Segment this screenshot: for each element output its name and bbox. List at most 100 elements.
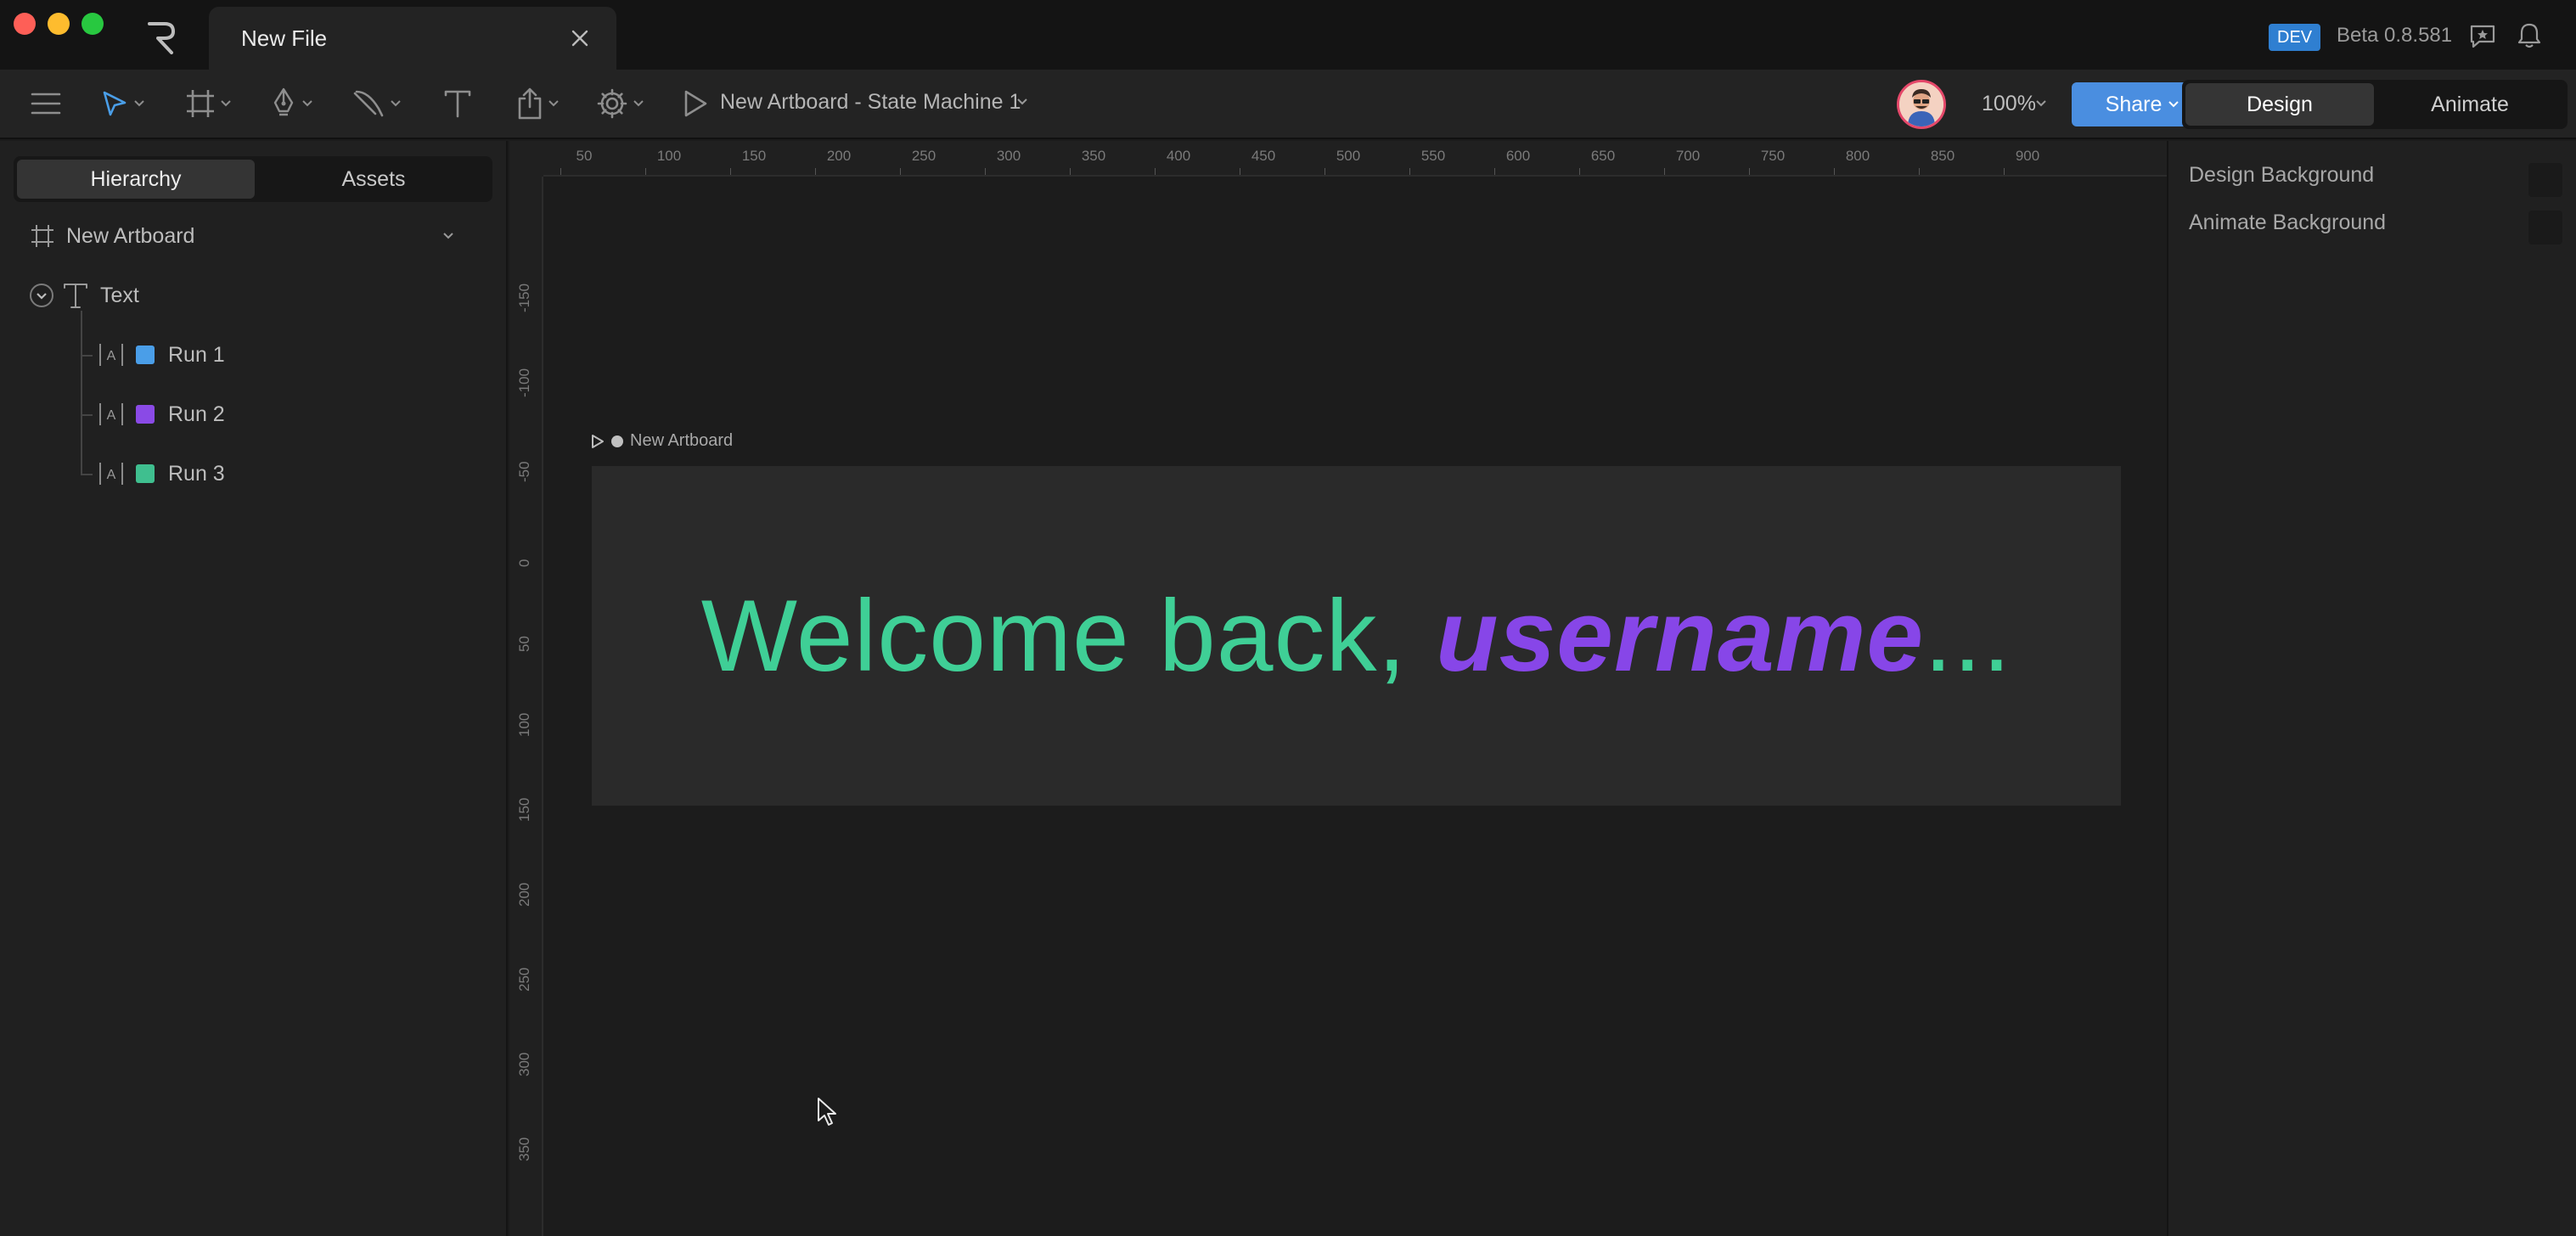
chevron-down-icon[interactable] bbox=[443, 233, 453, 239]
maximize-window-button[interactable] bbox=[82, 13, 104, 35]
artboard[interactable]: Welcome back, username... bbox=[592, 466, 2121, 806]
version-label: Beta 0.8.581 bbox=[2337, 24, 2453, 47]
tree-item-label: Run 1 bbox=[168, 342, 225, 367]
pen-tool-button[interactable] bbox=[270, 85, 312, 122]
ruler-x-tick bbox=[900, 168, 901, 175]
welcome-text[interactable]: Welcome back, username... bbox=[701, 577, 2011, 694]
ruler-x-tick bbox=[1664, 168, 1665, 175]
text-icon bbox=[64, 284, 87, 308]
tree-connector bbox=[81, 311, 82, 475]
ruler-x-label: 650 bbox=[1590, 148, 1616, 164]
close-icon[interactable] bbox=[571, 29, 589, 48]
text-tool-button[interactable] bbox=[443, 85, 472, 122]
ruler-x-tick bbox=[645, 168, 646, 175]
close-window-button[interactable] bbox=[14, 13, 36, 35]
ruler-x-label: 500 bbox=[1336, 148, 1361, 164]
ruler-horizontal[interactable]: 50 100 150 200 250 300 350 400 450 500 550 600 650 70… bbox=[543, 141, 2167, 177]
tree-connector bbox=[81, 355, 93, 357]
bell-icon[interactable] bbox=[2517, 22, 2542, 49]
collapse-toggle-icon[interactable] bbox=[29, 283, 54, 308]
ruler-x-label: 550 bbox=[1420, 148, 1446, 164]
ruler-x-label: 750 bbox=[1760, 148, 1786, 164]
ruler-x-tick bbox=[1579, 168, 1580, 175]
ruler-x-label: 400 bbox=[1166, 148, 1191, 164]
text-run-1[interactable]: Welcome back, bbox=[701, 579, 1436, 693]
tree-item-run-1[interactable]: A Run 1 bbox=[98, 338, 225, 372]
chevron-down-icon[interactable] bbox=[1017, 98, 1027, 105]
ruler-x-label: 800 bbox=[1845, 148, 1870, 164]
toolbar: New Artboard - State Machine 1 100% Shar… bbox=[0, 70, 2576, 139]
file-tab-title: New File bbox=[241, 25, 328, 51]
ruler-x-tick bbox=[730, 168, 731, 175]
play-icon[interactable] bbox=[591, 434, 605, 449]
chevron-down-icon bbox=[302, 100, 312, 107]
artboard-label[interactable]: New Artboard bbox=[591, 431, 733, 451]
tab-assets[interactable]: Assets bbox=[255, 160, 492, 199]
state-machine-selector[interactable]: New Artboard - State Machine 1 bbox=[720, 90, 1021, 115]
ruler-y-label: 50 bbox=[516, 636, 532, 652]
design-background-label: Design Background bbox=[2189, 163, 2375, 187]
canvas[interactable]: 50 100 150 200 250 300 350 400 450 500 550 600 650 70… bbox=[509, 141, 2167, 1236]
file-tab[interactable]: New File bbox=[209, 7, 616, 70]
tree-item-text[interactable]: Text bbox=[29, 278, 139, 312]
ruler-x-tick bbox=[1494, 168, 1495, 175]
rive-logo-icon[interactable] bbox=[144, 20, 178, 54]
ruler-y-label: 150 bbox=[516, 797, 532, 822]
tree-connector bbox=[81, 414, 93, 416]
ruler-y-label: 0 bbox=[516, 559, 532, 567]
text-run-icon: A bbox=[99, 463, 123, 485]
text-run-2[interactable]: username bbox=[1436, 579, 1924, 693]
pointer-icon bbox=[103, 91, 127, 116]
ruler-x-tick bbox=[1834, 168, 1835, 175]
export-button[interactable] bbox=[516, 85, 559, 122]
gear-icon bbox=[597, 88, 627, 119]
tab-animate[interactable]: Animate bbox=[2376, 83, 2564, 126]
ruler-y-label: 100 bbox=[516, 712, 532, 737]
play-button[interactable] bbox=[683, 85, 708, 122]
ruler-x-label: 350 bbox=[1081, 148, 1106, 164]
tree-item-label: Run 2 bbox=[168, 402, 225, 426]
select-tool-button[interactable] bbox=[100, 85, 144, 122]
chevron-down-icon[interactable] bbox=[2036, 100, 2046, 107]
settings-button[interactable] bbox=[596, 85, 644, 122]
ruler-vertical[interactable]: -150 -100 -50 0 50 100 150 200 250 300 350 bbox=[509, 177, 543, 1236]
ruler-x-label: 600 bbox=[1505, 148, 1531, 164]
text-run-3[interactable]: ... bbox=[1924, 579, 2011, 693]
svg-text:A: A bbox=[107, 349, 116, 363]
artboard-tool-button[interactable] bbox=[185, 85, 231, 122]
play-icon bbox=[684, 90, 707, 117]
tree-item-label: Run 3 bbox=[168, 461, 225, 486]
design-background-swatch[interactable] bbox=[2528, 163, 2562, 197]
tree-item-run-2[interactable]: A Run 2 bbox=[98, 397, 225, 431]
svg-text:A: A bbox=[107, 408, 116, 423]
tree-item-label: Text bbox=[100, 283, 139, 307]
share-button-label: Share bbox=[2105, 92, 2163, 116]
tree-connector bbox=[81, 474, 93, 475]
ruler-x-tick bbox=[1155, 168, 1156, 175]
zoom-level[interactable]: 100% bbox=[1982, 92, 2036, 116]
ruler-x-label: 50 bbox=[576, 148, 593, 164]
ruler-y-label: -150 bbox=[516, 283, 532, 312]
ruler-x-tick bbox=[1919, 168, 1920, 175]
text-run-icon: A bbox=[99, 344, 123, 366]
tree-item-run-3[interactable]: A Run 3 bbox=[98, 457, 225, 491]
artboard-label-text: New Artboard bbox=[630, 431, 734, 450]
ruler-y-label: 200 bbox=[516, 882, 532, 907]
pen-icon bbox=[273, 87, 294, 116]
shape-tool-button[interactable] bbox=[352, 85, 401, 122]
tab-design[interactable]: Design bbox=[2185, 83, 2374, 126]
ruler-x-label: 450 bbox=[1251, 148, 1276, 164]
animate-background-swatch[interactable] bbox=[2528, 211, 2562, 244]
ruler-y-label: -100 bbox=[516, 368, 532, 397]
feedback-icon[interactable] bbox=[2469, 24, 2496, 49]
hamburger-icon bbox=[31, 93, 61, 115]
menu-button[interactable] bbox=[31, 85, 61, 122]
run-color-swatch bbox=[136, 464, 155, 483]
avatar[interactable] bbox=[1897, 80, 1946, 129]
chevron-down-icon bbox=[2168, 101, 2179, 108]
ruler-x-tick bbox=[2004, 168, 2005, 175]
tree-item-artboard[interactable]: New Artboard bbox=[31, 219, 464, 253]
tab-hierarchy[interactable]: Hierarchy bbox=[17, 160, 255, 199]
ruler-x-tick bbox=[815, 168, 816, 175]
minimize-window-button[interactable] bbox=[48, 13, 70, 35]
